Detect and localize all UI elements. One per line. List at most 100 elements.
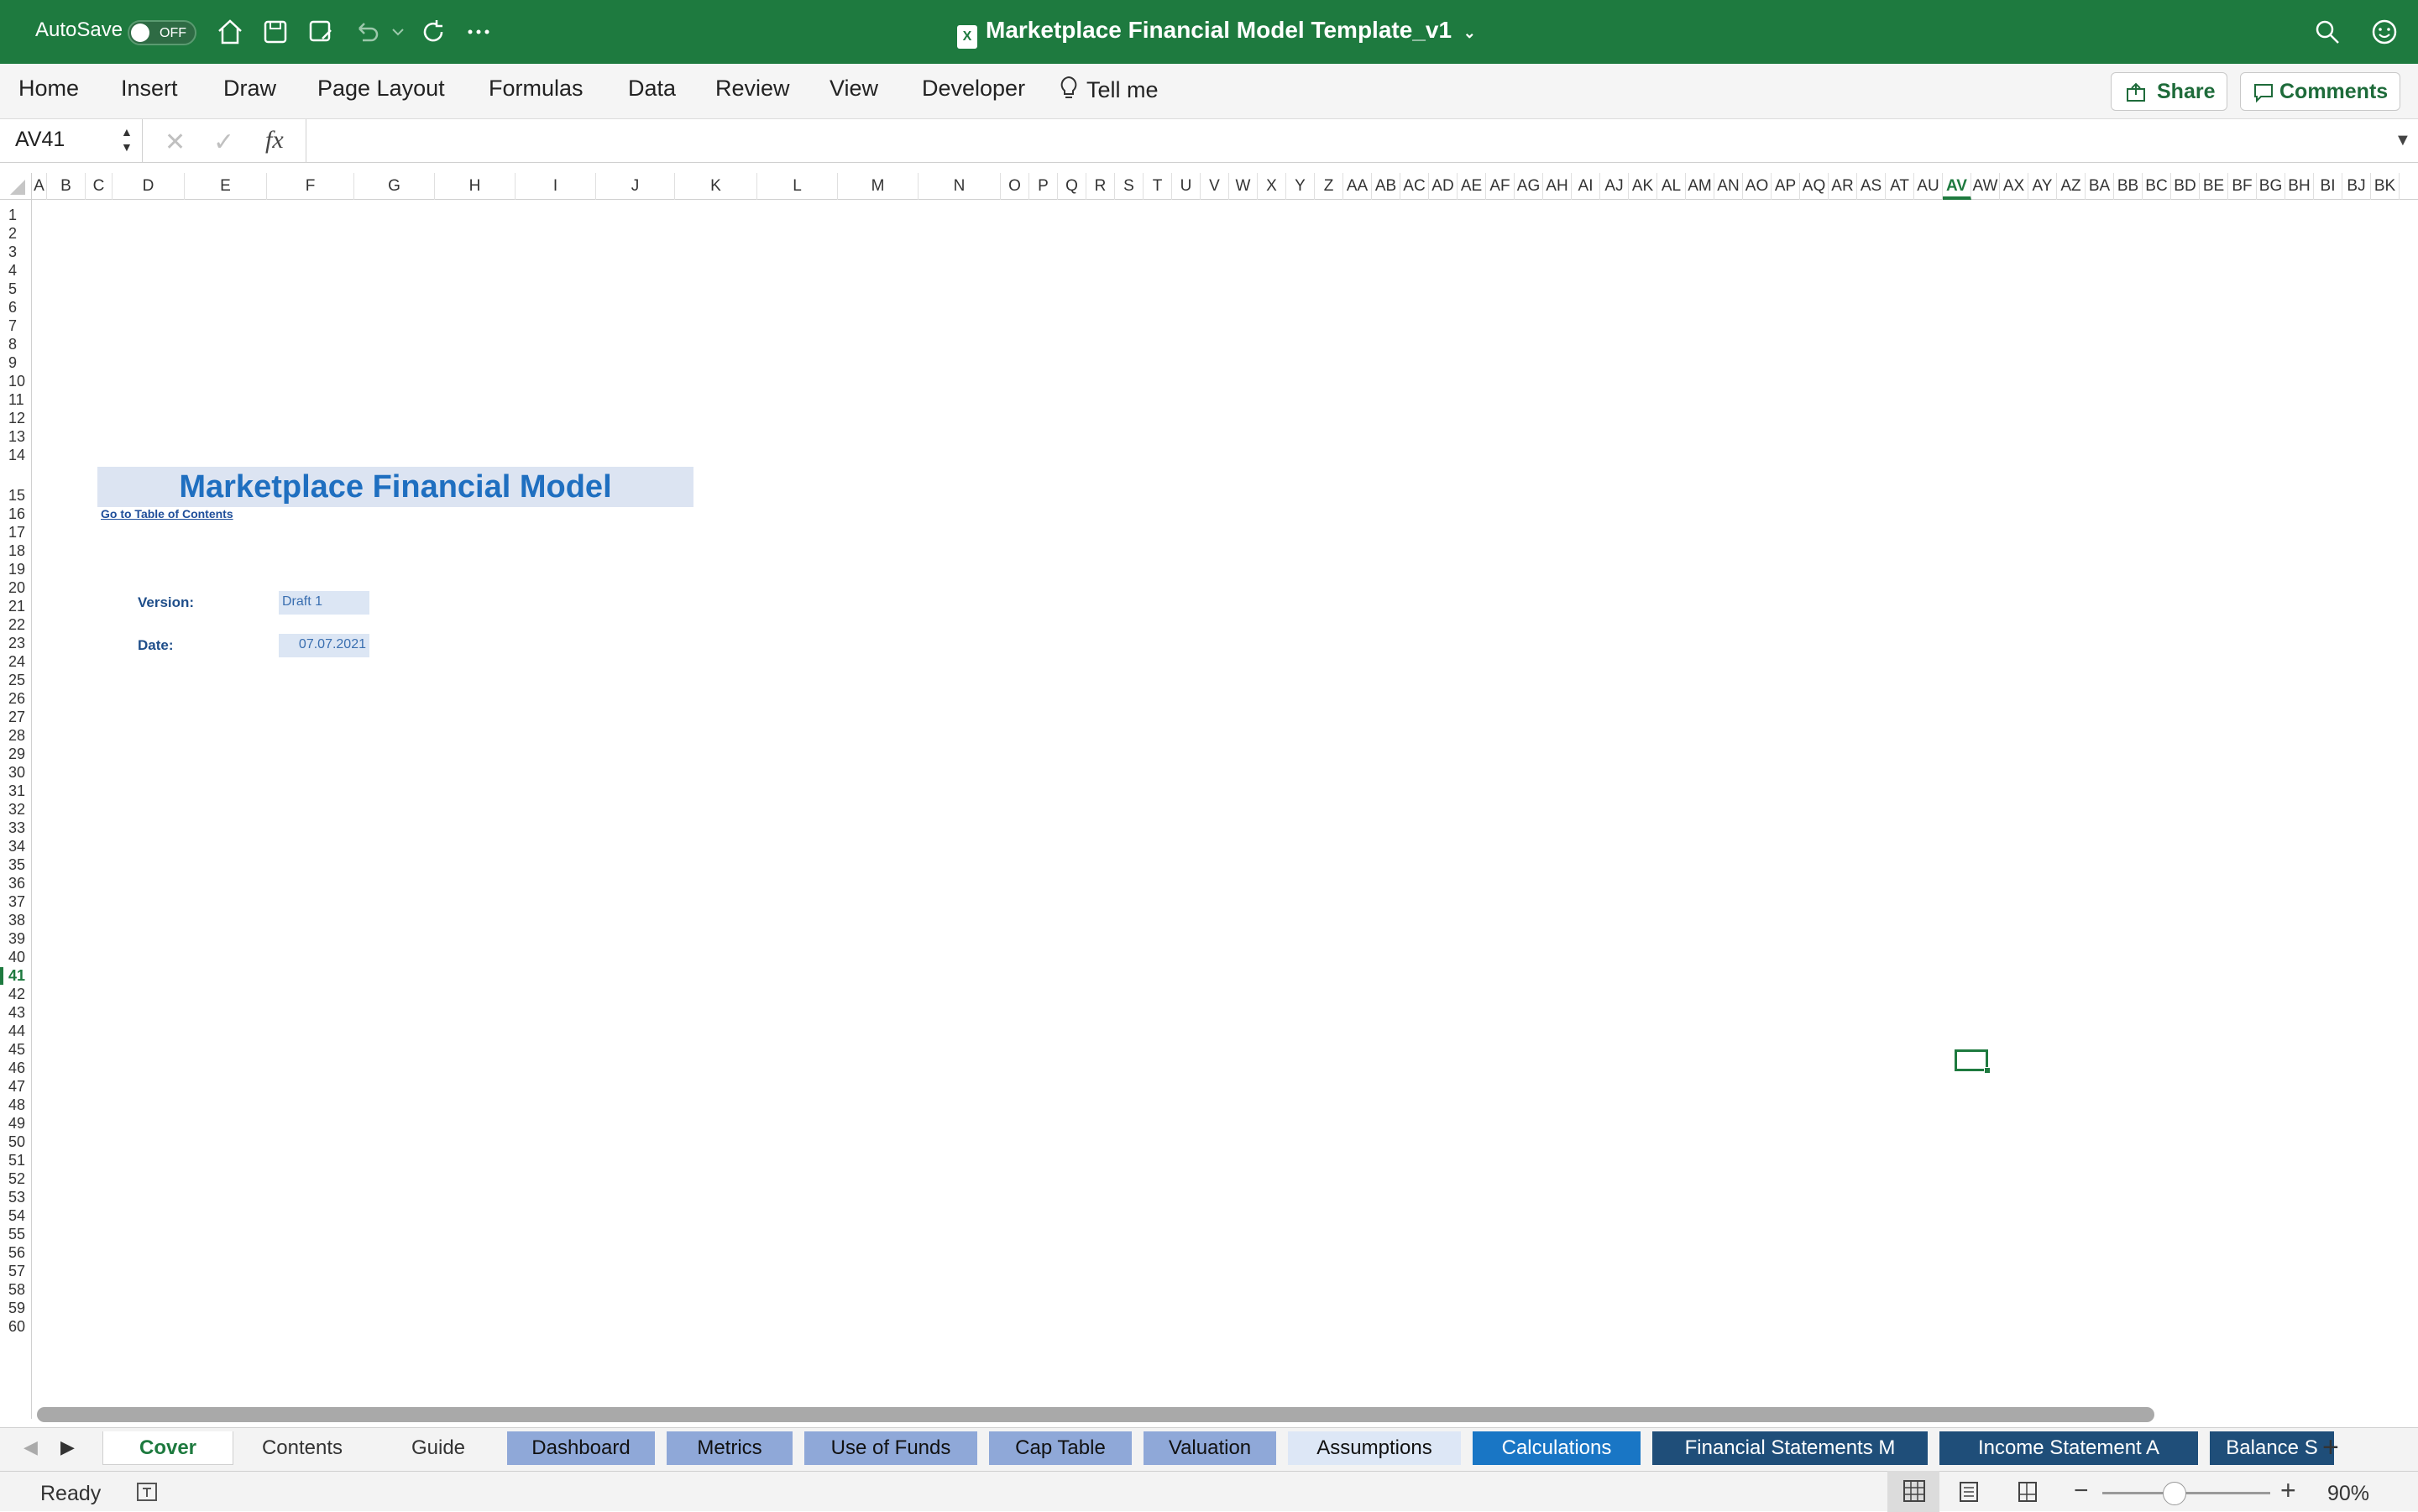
column-header-t[interactable]: T [1144,173,1172,200]
column-header-au[interactable]: AU [1914,173,1943,200]
formula-input[interactable] [306,119,2388,163]
column-header-ay[interactable]: AY [2028,173,2057,200]
sheet-tab-balance-s[interactable]: Balance S [2210,1431,2334,1465]
column-header-am[interactable]: AM [1686,173,1714,200]
row-header[interactable]: 36 [0,875,29,892]
row-header[interactable]: 38 [0,912,29,929]
undo-icon[interactable] [351,17,381,47]
column-header-aw[interactable]: AW [1971,173,2000,200]
column-header-f[interactable]: F [267,173,354,200]
row-header[interactable]: 3 [0,243,29,261]
row-header[interactable]: 26 [0,690,29,708]
page-break-view-icon[interactable] [2015,1480,2040,1504]
column-header-aa[interactable]: AA [1343,173,1372,200]
row-header[interactable]: 55 [0,1226,29,1243]
sheet-tab-cap-table[interactable]: Cap Table [989,1431,1132,1465]
column-header-c[interactable]: C [86,173,113,200]
column-header-g[interactable]: G [354,173,435,200]
row-header[interactable]: 37 [0,893,29,911]
column-header-as[interactable]: AS [1857,173,1886,200]
zoom-level[interactable]: 90% [2327,1482,2369,1506]
row-header[interactable]: 23 [0,635,29,652]
tab-draw[interactable]: Draw [223,76,276,102]
row-header[interactable]: 51 [0,1152,29,1169]
select-all-corner[interactable] [0,173,32,200]
row-header[interactable]: 48 [0,1096,29,1114]
name-box[interactable]: AV41 ▲ ▼ [0,119,143,163]
column-header-aj[interactable]: AJ [1600,173,1629,200]
fill-handle[interactable] [1984,1067,1991,1074]
zoom-slider[interactable] [2102,1492,2270,1494]
scroll-tabs-left-icon[interactable]: ◀ [24,1436,38,1458]
column-header-ad[interactable]: AD [1429,173,1458,200]
column-header-az[interactable]: AZ [2057,173,2086,200]
column-header-e[interactable]: E [185,173,267,200]
row-header[interactable]: 4 [0,262,29,280]
column-header-j[interactable]: J [596,173,675,200]
tab-formulas[interactable]: Formulas [489,76,584,102]
row-header[interactable]: 54 [0,1207,29,1225]
column-header-b[interactable]: B [47,173,86,200]
sheet-tab-calculations[interactable]: Calculations [1473,1431,1641,1465]
column-header-ar[interactable]: AR [1829,173,1857,200]
column-header-ac[interactable]: AC [1400,173,1429,200]
autosave-toggle[interactable]: OFF [128,20,196,45]
column-header-bh[interactable]: BH [2285,173,2314,200]
document-title[interactable]: X Marketplace Financial Model Template_v1… [957,17,1476,49]
accessibility-icon[interactable] [134,1480,160,1504]
column-header-z[interactable]: Z [1315,173,1343,200]
row-header[interactable]: 5 [0,280,29,298]
column-header-an[interactable]: AN [1714,173,1743,200]
row-header[interactable]: 46 [0,1059,29,1077]
tab-view[interactable]: View [830,76,878,102]
sheet-tab-assumptions[interactable]: Assumptions [1288,1431,1461,1465]
row-header[interactable]: 20 [0,579,29,597]
column-header-w[interactable]: W [1229,173,1258,200]
tab-review[interactable]: Review [715,76,790,102]
row-header[interactable]: 12 [0,410,29,427]
column-header-ai[interactable]: AI [1572,173,1600,200]
column-header-v[interactable]: V [1201,173,1229,200]
expand-formula-icon[interactable]: ▼ [2394,131,2411,150]
column-header-ba[interactable]: BA [2086,173,2114,200]
zoom-slider-knob[interactable] [2163,1482,2186,1505]
row-header[interactable]: 40 [0,949,29,966]
tab-data[interactable]: Data [628,76,676,102]
zoom-out-icon[interactable]: − [2074,1477,2089,1505]
row-header[interactable]: 58 [0,1281,29,1299]
row-header[interactable]: 7 [0,317,29,335]
row-header[interactable]: 10 [0,373,29,390]
home-icon[interactable] [215,17,245,47]
column-header-r[interactable]: R [1086,173,1115,200]
column-header-a[interactable]: A [32,173,47,200]
sheet-tab-income-statement-a[interactable]: Income Statement A [1939,1431,2198,1465]
column-header-l[interactable]: L [757,173,838,200]
column-header-aq[interactable]: AQ [1800,173,1829,200]
column-header-ak[interactable]: AK [1629,173,1657,200]
tab-insert[interactable]: Insert [121,76,178,102]
row-header[interactable]: 28 [0,727,29,745]
row-header[interactable]: 17 [0,524,29,541]
cancel-icon[interactable]: ✕ [165,128,186,157]
column-header-bc[interactable]: BC [2143,173,2171,200]
column-header-o[interactable]: O [1001,173,1029,200]
row-header[interactable]: 43 [0,1004,29,1022]
insert-function-icon[interactable]: fx [265,126,284,154]
sheet-tab-guide[interactable]: Guide [371,1431,505,1465]
column-header-be[interactable]: BE [2200,173,2228,200]
column-header-y[interactable]: Y [1286,173,1315,200]
row-header[interactable]: 18 [0,542,29,560]
row-header[interactable]: 59 [0,1300,29,1317]
add-sheet-icon[interactable]: + [2322,1431,2339,1464]
row-header[interactable]: 14 [0,447,29,464]
sheet-tab-metrics[interactable]: Metrics [667,1431,793,1465]
page-layout-view-icon[interactable] [1956,1480,1981,1504]
column-header-ab[interactable]: AB [1372,173,1400,200]
column-header-p[interactable]: P [1029,173,1058,200]
comments-button[interactable]: Comments [2240,72,2401,111]
tab-home[interactable]: Home [18,76,79,102]
row-header[interactable]: 2 [0,225,29,243]
feedback-smiley-icon[interactable] [2369,17,2400,47]
row-header[interactable]: 30 [0,764,29,782]
sheet-tab-financial-statements-m[interactable]: Financial Statements M [1652,1431,1928,1465]
